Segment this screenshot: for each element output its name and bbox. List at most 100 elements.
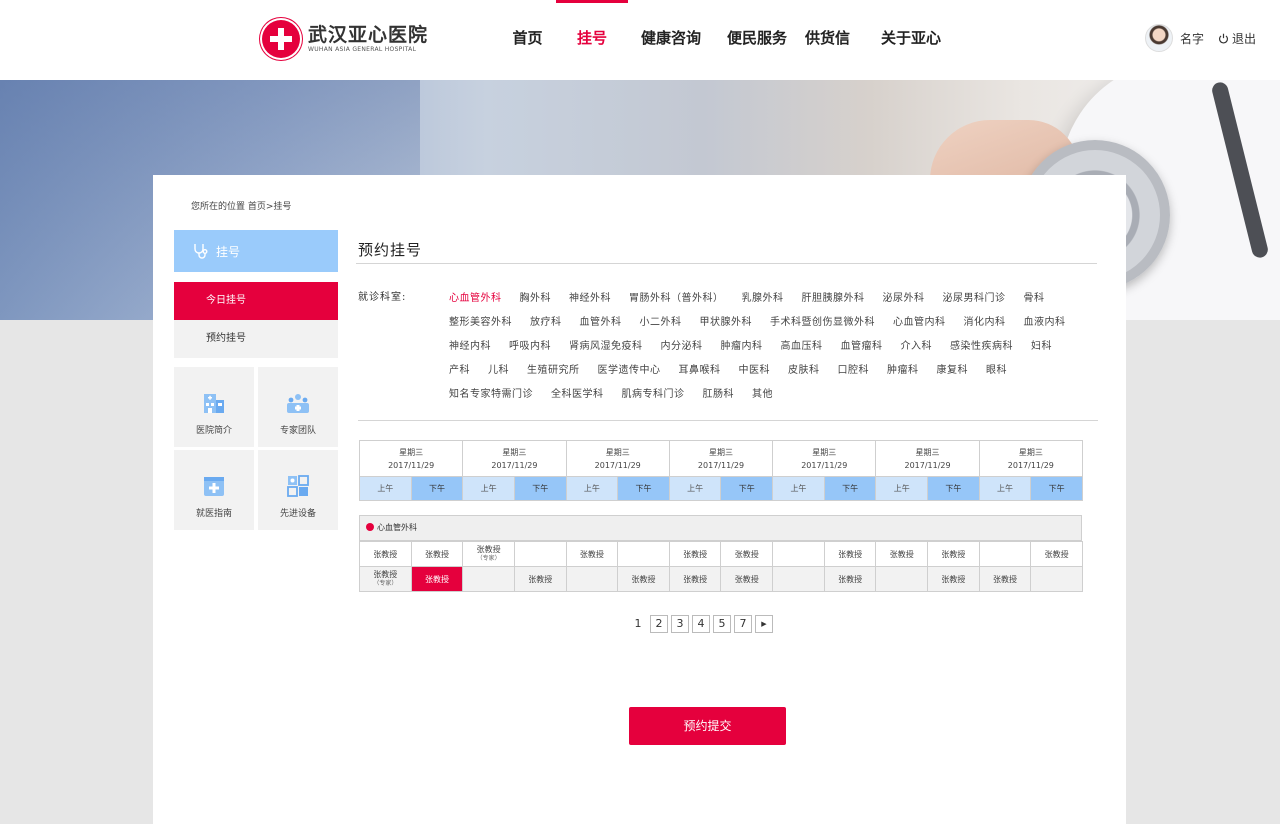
- department-link[interactable]: 心血管外科: [449, 289, 502, 304]
- department-link[interactable]: 胸外科: [520, 289, 552, 304]
- nav-about[interactable]: 关于亚心: [855, 0, 967, 80]
- department-link[interactable]: 血管瘤科: [841, 337, 883, 352]
- doctor-slot[interactable]: 张教授: [359, 541, 412, 567]
- afternoon-slot[interactable]: 下午: [1030, 476, 1083, 501]
- morning-slot[interactable]: 上午: [565, 476, 619, 501]
- department-link[interactable]: 血液内科: [1024, 313, 1066, 328]
- nav-health-consult[interactable]: 健康咨询: [628, 0, 714, 80]
- afternoon-slot[interactable]: 下午: [823, 476, 877, 501]
- department-link[interactable]: 介入科: [901, 337, 933, 352]
- department-link[interactable]: 眼科: [986, 361, 1007, 376]
- department-link[interactable]: 整形美容外科: [449, 313, 512, 328]
- department-link[interactable]: 胃肠外科（普外科）: [629, 289, 724, 304]
- department-link[interactable]: 骨科: [1024, 289, 1045, 304]
- department-link[interactable]: 产科: [449, 361, 470, 376]
- department-link[interactable]: 手术科暨创伤显微外科: [770, 313, 875, 328]
- doctor-slot[interactable]: 张教授: [875, 541, 929, 567]
- user-name[interactable]: 名字: [1180, 30, 1204, 47]
- tile-medical-guide[interactable]: 就医指南: [174, 450, 254, 530]
- department-link[interactable]: 血管外科: [580, 313, 622, 328]
- department-link[interactable]: 耳鼻喉科: [679, 361, 721, 376]
- doctor-slot[interactable]: 张教授: [565, 541, 619, 567]
- department-link[interactable]: 心血管内科: [893, 313, 946, 328]
- doctor-slot[interactable]: 张教授: [410, 566, 464, 592]
- doctor-slot[interactable]: 张教授: [720, 541, 774, 567]
- doctor-slot[interactable]: 张教授: [410, 541, 464, 567]
- department-link[interactable]: 呼吸内科: [509, 337, 551, 352]
- department-link[interactable]: 泌尿外科: [883, 289, 925, 304]
- afternoon-slot[interactable]: 下午: [513, 476, 567, 501]
- doctor-slot[interactable]: 张教授: [823, 541, 877, 567]
- department-link[interactable]: 甲状腺外科: [700, 313, 753, 328]
- doctor-slot[interactable]: 张教授: [720, 566, 774, 592]
- doctor-slot[interactable]: 张教授 （专家）: [462, 541, 515, 567]
- department-link[interactable]: 生殖研究所: [527, 361, 580, 376]
- logout-button[interactable]: 退出: [1218, 30, 1256, 47]
- page-link[interactable]: 7: [734, 615, 752, 633]
- sidebar-item-appointment[interactable]: 预约挂号: [174, 320, 338, 358]
- department-link[interactable]: 知名专家特需门诊: [449, 385, 533, 400]
- tile-hospital-intro[interactable]: 医院简介: [174, 367, 254, 447]
- doctor-slot[interactable]: 张教授: [927, 541, 980, 567]
- tile-expert-team[interactable]: 专家团队: [258, 367, 338, 447]
- morning-slot[interactable]: 上午: [462, 476, 515, 501]
- morning-slot[interactable]: 上午: [772, 476, 825, 501]
- hospital-logo[interactable]: 武汉亚心医院 WUHAN ASIA GENERAL HOSPITAL: [262, 20, 428, 58]
- doctor-slot[interactable]: 张教授: [823, 566, 877, 592]
- department-link[interactable]: 泌尿男科门诊: [943, 289, 1006, 304]
- doctor-slot[interactable]: 张教授: [978, 566, 1032, 592]
- department-link[interactable]: 内分泌科: [661, 337, 703, 352]
- next-page-button[interactable]: ▶: [755, 615, 773, 633]
- avatar[interactable]: [1145, 24, 1173, 52]
- department-link[interactable]: 小二外科: [640, 313, 682, 328]
- department-link[interactable]: 肛肠科: [703, 385, 735, 400]
- afternoon-slot[interactable]: 下午: [927, 476, 980, 501]
- afternoon-slot[interactable]: 下午: [410, 476, 464, 501]
- page-link[interactable]: 3: [671, 615, 689, 633]
- department-link[interactable]: 皮肤科: [788, 361, 820, 376]
- doctor-slot[interactable]: 张教授 （专家）: [359, 566, 412, 592]
- nav-register[interactable]: 挂号: [556, 0, 628, 80]
- afternoon-slot[interactable]: 下午: [617, 476, 670, 501]
- nav-public-services[interactable]: 便民服务: [714, 0, 800, 80]
- department-link[interactable]: 感染性疾病科: [950, 337, 1013, 352]
- department-link[interactable]: 医学遗传中心: [598, 361, 661, 376]
- submit-appointment-button[interactable]: 预约提交: [629, 707, 786, 745]
- afternoon-slot[interactable]: 下午: [720, 476, 774, 501]
- department-link[interactable]: 肿瘤科: [887, 361, 919, 376]
- department-link[interactable]: 肌病专科门诊: [622, 385, 685, 400]
- department-link[interactable]: 全科医学科: [551, 385, 604, 400]
- department-link[interactable]: 神经外科: [569, 289, 611, 304]
- department-link[interactable]: 放疗科: [530, 313, 562, 328]
- morning-slot[interactable]: 上午: [978, 476, 1032, 501]
- doctor-slot[interactable]: 张教授: [1030, 541, 1083, 567]
- department-link[interactable]: 妇科: [1031, 337, 1052, 352]
- department-link[interactable]: 儿科: [488, 361, 509, 376]
- department-link[interactable]: 肿瘤内科: [721, 337, 763, 352]
- morning-slot[interactable]: 上午: [668, 476, 722, 501]
- department-link[interactable]: 其他: [752, 385, 773, 400]
- doctor-slot[interactable]: 张教授: [927, 566, 980, 592]
- page-link[interactable]: 4: [692, 615, 710, 633]
- department-link[interactable]: 康复科: [937, 361, 969, 376]
- department-link[interactable]: 消化内科: [964, 313, 1006, 328]
- sidebar-item-today-register[interactable]: 今日挂号: [174, 282, 338, 320]
- department-link[interactable]: 神经内科: [449, 337, 491, 352]
- doctor-slot[interactable]: 张教授: [513, 566, 567, 592]
- doctor-slot[interactable]: 张教授: [617, 566, 670, 592]
- department-link[interactable]: 口腔科: [838, 361, 870, 376]
- doctor-slot[interactable]: 张教授: [668, 566, 722, 592]
- department-link[interactable]: 肾病风湿免疫科: [569, 337, 643, 352]
- page-link[interactable]: 5: [713, 615, 731, 633]
- nav-supply-info[interactable]: 供货信息: [800, 0, 855, 123]
- morning-slot[interactable]: 上午: [359, 476, 412, 501]
- department-link[interactable]: 高血压科: [781, 337, 823, 352]
- page-current[interactable]: 1: [629, 615, 647, 633]
- tile-equipment[interactable]: 先进设备: [258, 450, 338, 530]
- page-link[interactable]: 2: [650, 615, 668, 633]
- department-link[interactable]: 中医科: [739, 361, 771, 376]
- department-link[interactable]: 肝胆胰腺外科: [802, 289, 865, 304]
- nav-home[interactable]: 首页: [500, 0, 555, 80]
- doctor-slot[interactable]: 张教授: [668, 541, 722, 567]
- department-link[interactable]: 乳腺外科: [742, 289, 784, 304]
